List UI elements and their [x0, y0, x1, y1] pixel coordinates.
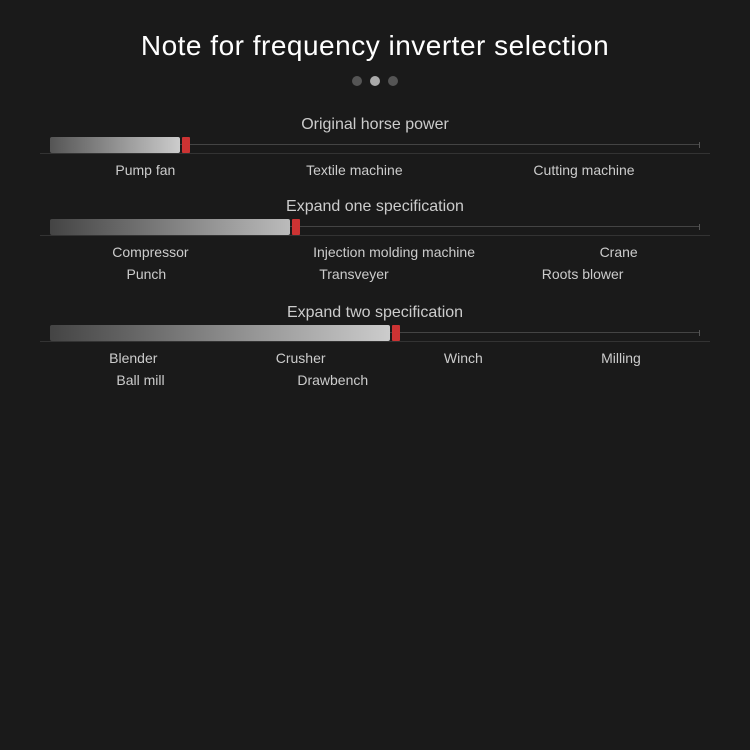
bar-track-expand-two — [50, 332, 700, 333]
label-crane: Crane — [594, 242, 644, 262]
divider-expand-one — [40, 235, 710, 236]
bar-container-expand-two — [40, 332, 710, 333]
bar-track-expand-one — [50, 226, 700, 227]
label-empty-1 — [495, 370, 507, 390]
divider-expand-two — [40, 341, 710, 342]
section-expand-two: Expand two specification Blender Crusher… — [40, 304, 710, 392]
label-compressor: Compressor — [106, 242, 194, 262]
label-pump-fan: Pump fan — [109, 160, 181, 180]
bar-track-original — [50, 144, 700, 145]
label-blender: Blender — [103, 348, 163, 368]
bar-container-original — [40, 144, 710, 145]
dot-1[interactable] — [352, 76, 362, 86]
bar-gradient-expand-one — [50, 219, 290, 235]
label-drawbench: Drawbench — [291, 370, 374, 390]
label-textile: Textile machine — [300, 160, 409, 180]
label-line-2: Punch Transveyer Roots blower — [50, 264, 700, 284]
section-original: Original horse power Pump fan Textile ma… — [40, 116, 710, 180]
labels-expand-two: Blender Crusher Winch Milling Ball mill … — [40, 348, 710, 392]
bar-fill-expand-two — [50, 325, 400, 341]
dot-2[interactable] — [370, 76, 380, 86]
bar-fill-expand-one — [50, 219, 300, 235]
label-milling: Milling — [595, 348, 647, 368]
section-expand-one-title: Expand one specification — [40, 198, 710, 216]
label-crusher: Crusher — [270, 348, 332, 368]
label-injection: Injection molding machine — [307, 242, 481, 262]
section-expand-two-title: Expand two specification — [40, 304, 710, 322]
main-container: Note for frequency inverter selection Or… — [0, 0, 750, 750]
label-punch: Punch — [121, 264, 173, 284]
page-title: Note for frequency inverter selection — [141, 30, 609, 62]
labels-original: Pump fan Textile machine Cutting machine — [40, 160, 710, 180]
labels-expand-one: Compressor Injection molding machine Cra… — [40, 242, 710, 286]
bar-marker-expand-two — [392, 325, 400, 341]
section-expand-one: Expand one specification Compressor Inje… — [40, 198, 710, 286]
label-line-expand2-1: Blender Crusher Winch Milling — [50, 348, 700, 368]
label-line-1: Compressor Injection molding machine Cra… — [50, 242, 700, 262]
bar-marker-original — [182, 137, 190, 153]
label-cutting: Cutting machine — [527, 160, 640, 180]
pagination-dots — [352, 76, 398, 86]
section-original-title: Original horse power — [40, 116, 710, 134]
label-empty-2 — [628, 370, 640, 390]
divider-original — [40, 153, 710, 154]
label-line-expand2-2: Ball mill Drawbench — [50, 370, 700, 390]
bar-fill-original — [50, 137, 190, 153]
bar-container-expand-one — [40, 226, 710, 227]
dot-3[interactable] — [388, 76, 398, 86]
label-ball-mill: Ball mill — [110, 370, 170, 390]
label-winch: Winch — [438, 348, 489, 368]
label-roots-blower: Roots blower — [536, 264, 630, 284]
bar-gradient-original — [50, 137, 180, 153]
bar-marker-expand-one — [292, 219, 300, 235]
label-transveyer: Transveyer — [313, 264, 395, 284]
bar-gradient-expand-two — [50, 325, 390, 341]
